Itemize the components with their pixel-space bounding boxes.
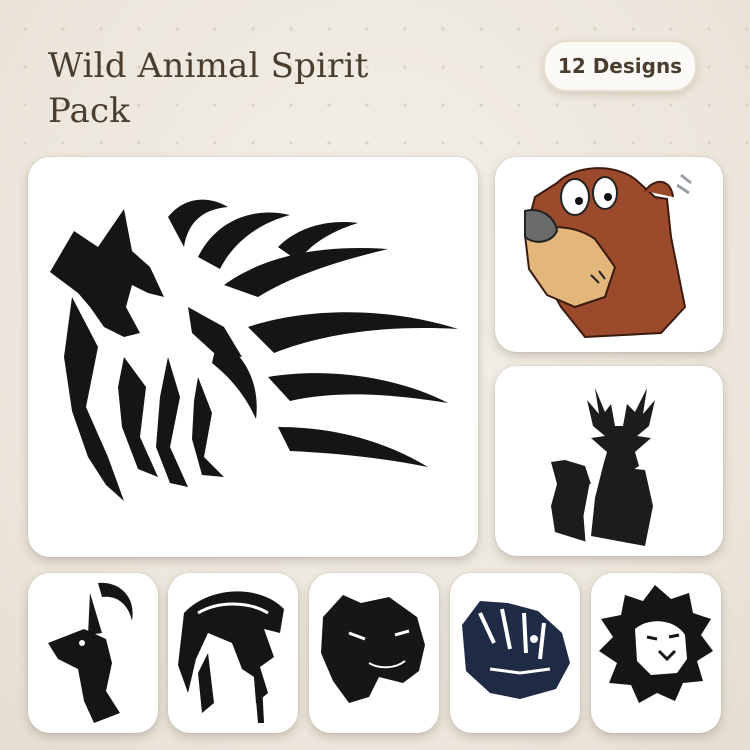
panther-icon <box>321 595 425 703</box>
design-tile-ibex[interactable] <box>28 573 158 733</box>
bear-icon <box>523 167 692 339</box>
design-tile-lion[interactable] <box>591 573 721 733</box>
design-tile-wolf-elk[interactable] <box>28 157 478 557</box>
design-tile-tiger[interactable] <box>450 573 580 733</box>
page-title: Wild Animal Spirit Pack <box>48 46 369 131</box>
design-count-badge: 12 Designs <box>543 40 697 92</box>
lion-icon <box>599 585 713 703</box>
sabertooth-icon <box>178 591 284 723</box>
tiger-icon <box>462 601 570 699</box>
design-tile-sabertooth[interactable] <box>168 573 298 733</box>
design-tile-panther[interactable] <box>309 573 439 733</box>
design-tile-bear[interactable] <box>495 157 723 352</box>
design-tile-deer[interactable] <box>495 366 723 556</box>
wolf-elk-icon <box>50 199 458 501</box>
ibex-icon <box>48 582 133 723</box>
deer-icon <box>551 388 655 546</box>
